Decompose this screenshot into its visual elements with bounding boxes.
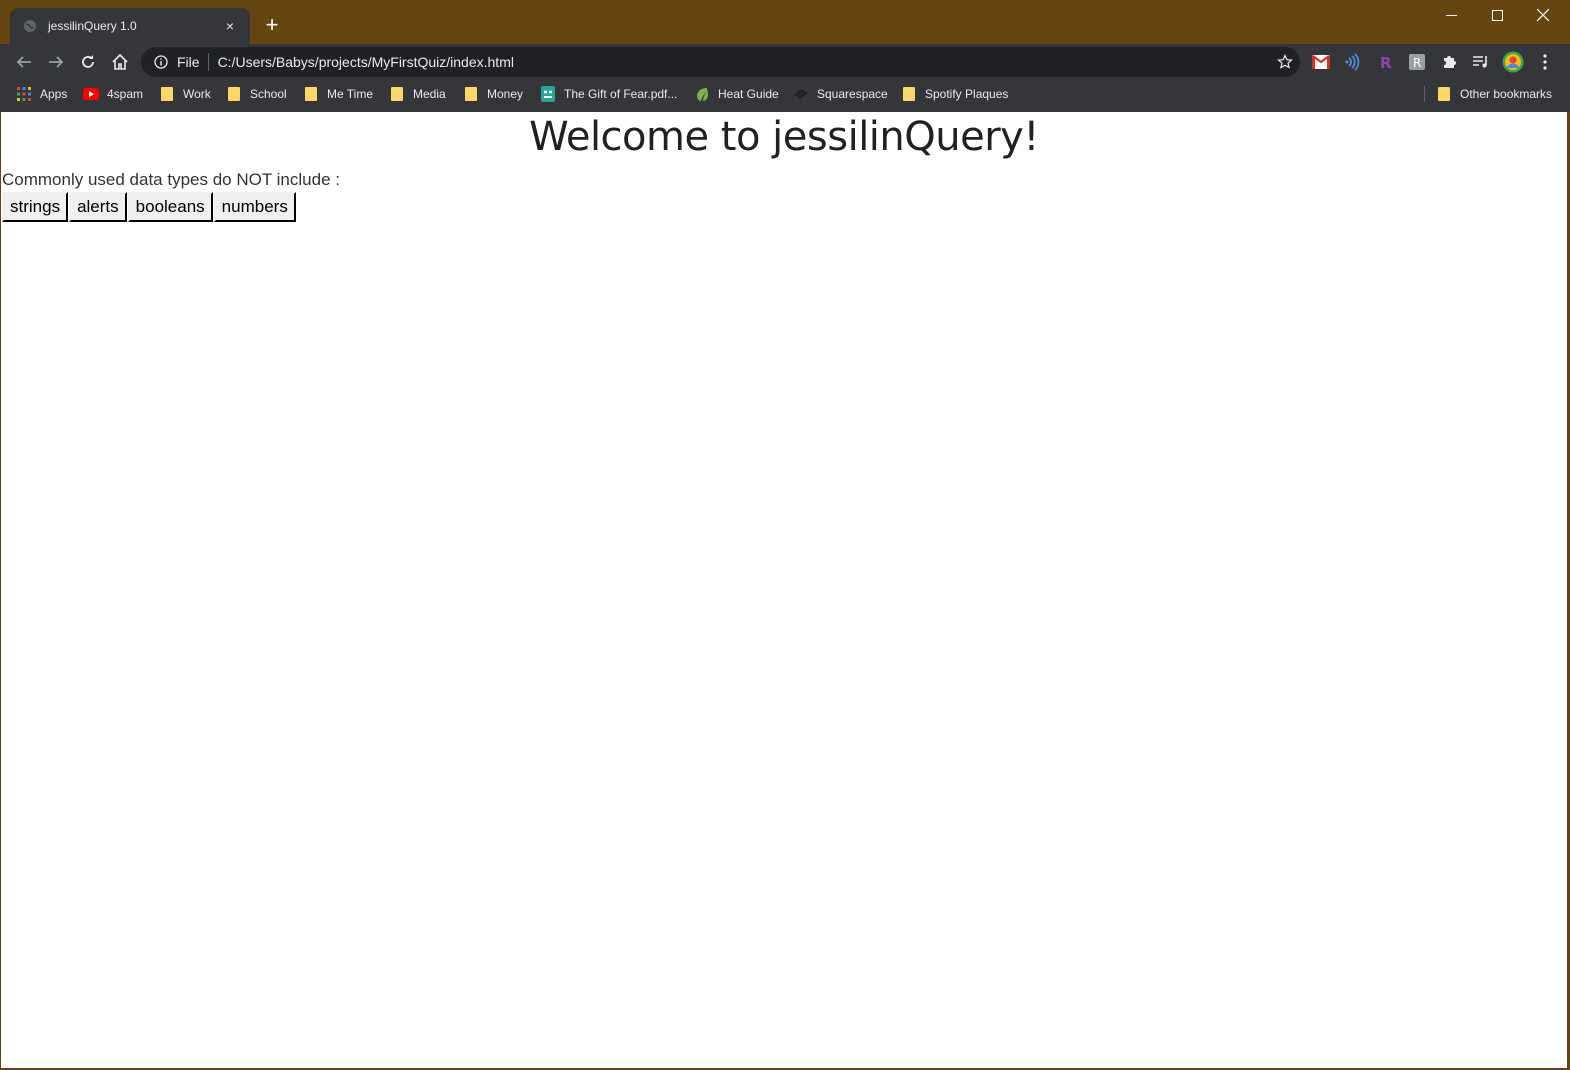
bookmark-work[interactable]: Work	[159, 80, 211, 108]
bookmark-apps[interactable]: Apps	[16, 80, 67, 108]
kebab-menu-icon[interactable]	[1534, 51, 1556, 73]
bookmark-4spam[interactable]: 4spam	[83, 80, 143, 108]
bookmarks-bar: Apps 4spam Work School Me Time Media Mon…	[0, 80, 1570, 112]
bookmark-label: Money	[487, 87, 524, 101]
folder-icon	[303, 86, 319, 102]
document-bot-icon	[540, 86, 556, 102]
bookmark-squarespace[interactable]: Squarespace	[793, 80, 888, 108]
back-arrow-icon[interactable]	[10, 48, 38, 76]
folder-icon	[1436, 86, 1452, 102]
bookmark-label: School	[250, 87, 287, 101]
globe-icon	[22, 18, 38, 34]
title-bar: jessilinQuery 1.0 × +	[0, 0, 1570, 44]
bookmark-me-time[interactable]: Me Time	[303, 80, 373, 108]
bookmark-label: Apps	[40, 87, 68, 101]
browser-tab[interactable]: jessilinQuery 1.0 ×	[10, 8, 250, 44]
url-divider	[207, 53, 209, 71]
answer-button-numbers[interactable]: numbers	[213, 192, 296, 222]
bookmark-label: The Gift of Fear.pdf...	[564, 87, 678, 101]
squarespace-icon	[793, 86, 809, 102]
bookmark-label: Squarespace	[817, 87, 888, 101]
forward-arrow-icon[interactable]	[42, 48, 70, 76]
address-bar[interactable]: File C:/Users/Babys/projects/MyFirstQuiz…	[141, 47, 1300, 77]
bookmark-gift-of-fear[interactable]: The Gift of Fear.pdf...	[540, 80, 677, 108]
bookmark-label: Me Time	[327, 87, 374, 101]
media-queue-icon[interactable]	[1470, 51, 1492, 73]
answer-button-alerts[interactable]: alerts	[69, 192, 127, 222]
bookmark-media[interactable]: Media	[389, 80, 446, 108]
bookmark-label: Work	[183, 87, 211, 101]
url-text[interactable]: C:/Users/Babys/projects/MyFirstQuiz/inde…	[218, 54, 1270, 70]
bookmark-label: Media	[413, 87, 446, 101]
bookmarks-divider	[1424, 86, 1425, 102]
tab-close-icon[interactable]: ×	[220, 18, 240, 34]
folder-icon	[159, 86, 175, 102]
cast-waves-icon[interactable]	[1342, 51, 1364, 73]
bookmark-label: Spotify Plaques	[925, 87, 1009, 101]
maximize-icon[interactable]	[1474, 0, 1520, 30]
page-viewport: Welcome to jessilinQuery! Commonly used …	[1, 112, 1567, 1068]
bookmark-spotify-plaques[interactable]: Spotify Plaques	[901, 80, 1008, 108]
info-icon[interactable]	[153, 54, 169, 70]
apps-grid-icon	[16, 86, 32, 102]
folder-icon	[901, 86, 917, 102]
minimize-icon[interactable]	[1428, 0, 1474, 30]
folder-icon	[463, 86, 479, 102]
r-square-extension-icon[interactable]: R	[1406, 51, 1428, 73]
folder-icon	[389, 86, 405, 102]
url-scheme-label: File	[177, 54, 200, 70]
quiz-question: Commonly used data types do NOT include …	[2, 170, 340, 189]
tab-title: jessilinQuery 1.0	[48, 19, 137, 33]
gmail-icon[interactable]	[1310, 51, 1332, 73]
page-title: Welcome to jessilinQuery!	[529, 114, 1039, 160]
bookmark-school[interactable]: School	[226, 80, 287, 108]
svg-text:R: R	[1413, 56, 1421, 70]
close-window-icon[interactable]	[1520, 0, 1566, 30]
svg-text:R: R	[1380, 54, 1392, 70]
bookmark-label: Other bookmarks	[1460, 87, 1553, 101]
bookmark-label: 4spam	[107, 87, 144, 101]
browser-toolbar: File C:/Users/Babys/projects/MyFirstQuiz…	[0, 44, 1570, 80]
new-tab-button[interactable]: +	[260, 14, 284, 38]
bookmark-label: Heat Guide	[718, 87, 779, 101]
leaf-icon	[694, 86, 710, 102]
answer-button-strings[interactable]: strings	[2, 192, 69, 222]
answer-button-booleans[interactable]: booleans	[127, 192, 213, 222]
bookmark-heat-guide[interactable]: Heat Guide	[694, 80, 779, 108]
profile-avatar-icon[interactable]	[1502, 51, 1524, 73]
answer-button-group: strings alerts booleans numbers	[2, 192, 297, 222]
home-icon[interactable]	[106, 48, 134, 76]
reload-icon[interactable]	[74, 48, 102, 76]
bookmark-star-icon[interactable]	[1270, 54, 1300, 70]
bookmark-money[interactable]: Money	[463, 80, 523, 108]
folder-icon	[226, 86, 242, 102]
bookmark-other-bookmarks[interactable]: Other bookmarks	[1436, 80, 1552, 108]
puzzle-extensions-icon[interactable]	[1438, 51, 1460, 73]
r-extension-icon[interactable]: R	[1374, 51, 1396, 73]
youtube-icon	[83, 86, 99, 102]
